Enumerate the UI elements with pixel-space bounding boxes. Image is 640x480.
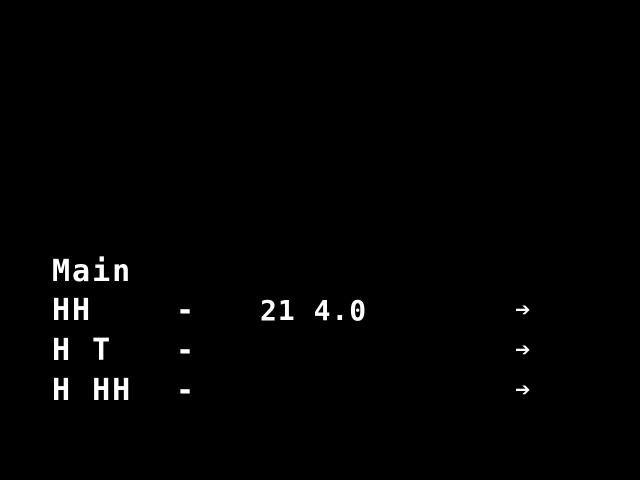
menu-row-label: HH — [52, 292, 93, 328]
right-arrow-icon[interactable]: ➔ — [515, 335, 545, 365]
menu-row-value: 21 4.0 — [260, 293, 368, 327]
menu-row-label: H T — [52, 332, 113, 368]
display-screen: Main HH - 21 4.0 ➔ H T - ➔ H HH - ➔ — [0, 0, 640, 480]
menu-title: Main — [52, 254, 133, 289]
menu-row-1[interactable]: HH - 21 4.0 ➔ — [52, 290, 592, 330]
menu-row-2[interactable]: H T - ➔ — [52, 330, 592, 370]
settings-menu: Main HH - 21 4.0 ➔ H T - ➔ H HH - ➔ — [52, 254, 592, 410]
menu-row-separator: - — [176, 292, 195, 328]
menu-row-label: H HH — [52, 372, 133, 408]
right-arrow-icon[interactable]: ➔ — [515, 375, 545, 405]
menu-row-3[interactable]: H HH - ➔ — [52, 370, 592, 410]
menu-row-separator: - — [176, 372, 195, 408]
menu-row-separator: - — [176, 332, 195, 368]
right-arrow-icon[interactable]: ➔ — [515, 295, 545, 325]
